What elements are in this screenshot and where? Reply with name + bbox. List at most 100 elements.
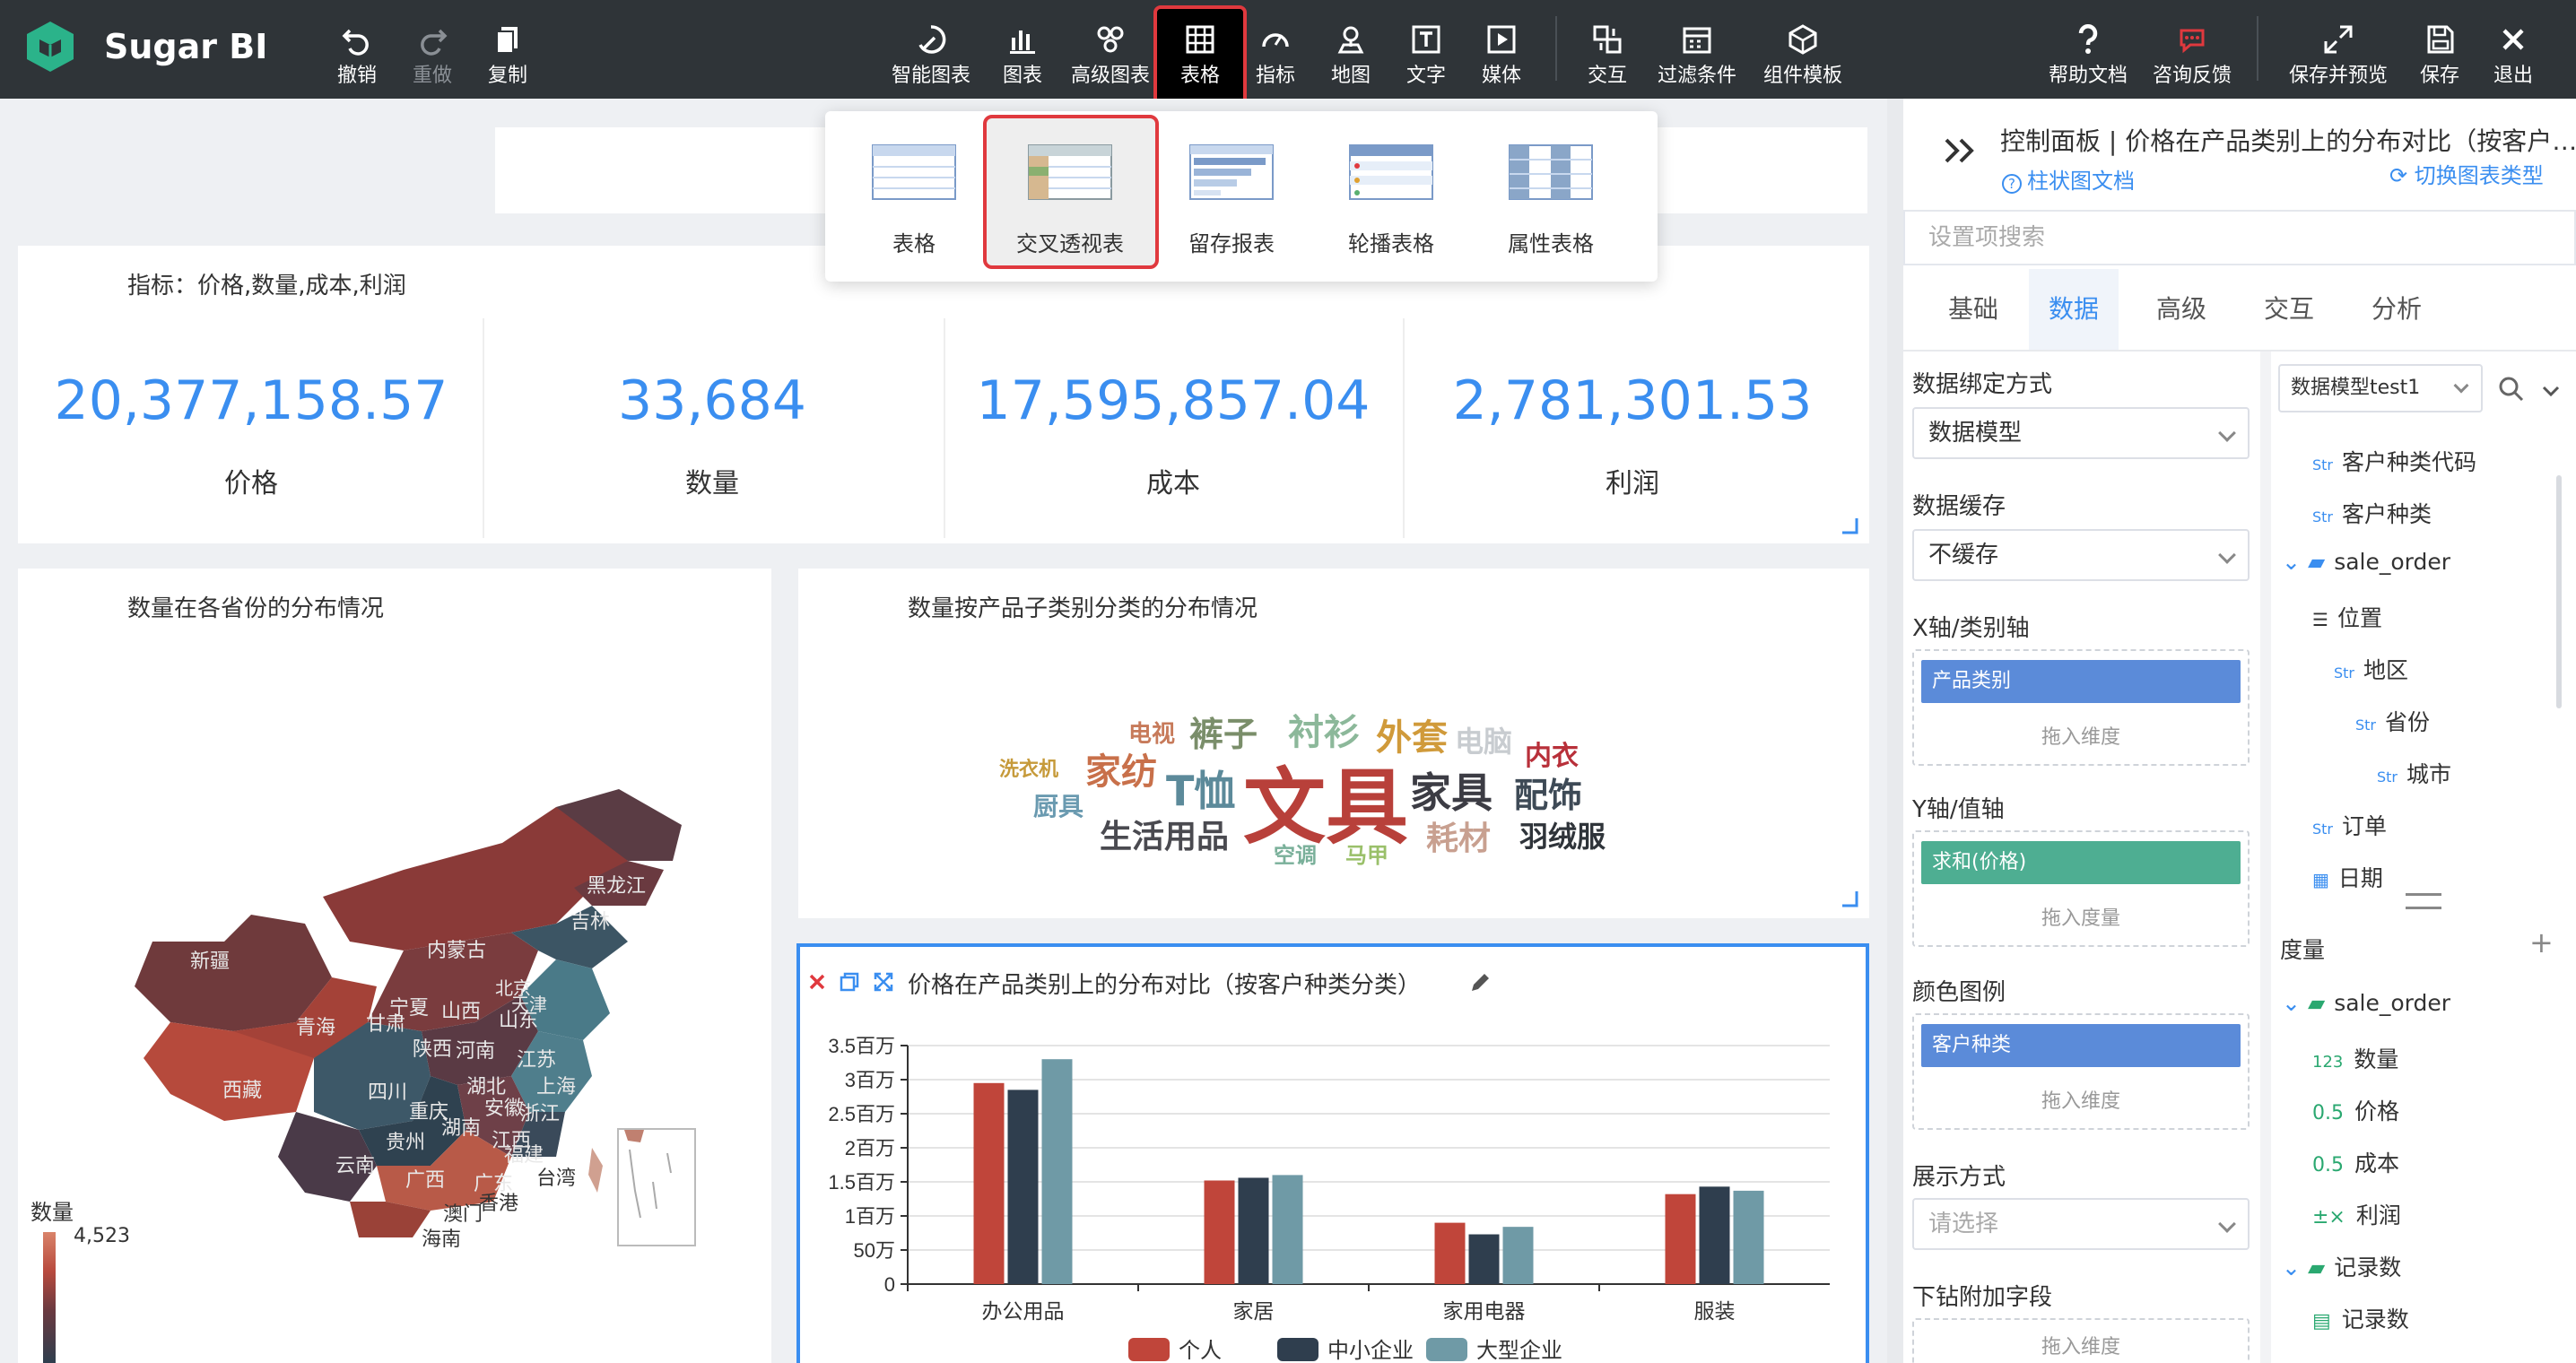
component-template-button[interactable]: 组件模板 bbox=[1758, 9, 1848, 90]
menu-item-table[interactable]: 表格 bbox=[834, 111, 994, 282]
save-button[interactable]: 保存 bbox=[2416, 9, 2463, 90]
color-field-pill[interactable]: 客户种类 bbox=[1921, 1024, 2241, 1067]
tab-data[interactable]: 数据 bbox=[2029, 269, 2119, 350]
color-legend-dropzone[interactable]: 客户种类 拖入维度 bbox=[1912, 1013, 2250, 1130]
dimension-scrollbar[interactable] bbox=[2556, 475, 2562, 708]
save-and-preview-button[interactable]: 保存并预览 bbox=[2284, 9, 2393, 90]
table-thumbnail-icon bbox=[872, 144, 956, 200]
map-button[interactable]: 地图 bbox=[1327, 9, 1374, 90]
app-name: Sugar BI bbox=[104, 27, 268, 66]
bar-doc-link[interactable]: ? 柱状图文档 bbox=[2002, 163, 2135, 195]
delete-icon[interactable] bbox=[805, 970, 829, 994]
decimal-type-icon: 0.5 bbox=[2312, 1102, 2344, 1124]
map-label: 湖南 bbox=[441, 1117, 482, 1140]
redo-button[interactable]: 重做 bbox=[407, 9, 457, 90]
string-type-icon: Str bbox=[2312, 456, 2334, 473]
metric-button[interactable]: 指标 bbox=[1252, 9, 1299, 90]
bar bbox=[1041, 1059, 1073, 1284]
measure-folder[interactable]: ⌄ ▰ sale_order bbox=[2282, 990, 2450, 1016]
bar bbox=[1733, 1190, 1764, 1284]
bar bbox=[1502, 1227, 1534, 1284]
dimension-item[interactable]: Str 城市 bbox=[2377, 757, 2451, 789]
data-model-select[interactable]: 数据模型test1 bbox=[2278, 364, 2483, 412]
folder-name: 记录数 bbox=[2334, 1254, 2402, 1281]
menu-item-carousel-table[interactable]: 轮播表格 bbox=[1311, 111, 1471, 282]
data-model-value: 数据模型test1 bbox=[2291, 377, 2421, 399]
menu-item-retention-report[interactable]: 留存报表 bbox=[1152, 111, 1311, 282]
dimension-item[interactable]: Str 地区 bbox=[2334, 653, 2408, 685]
search-icon[interactable] bbox=[2497, 375, 2526, 404]
tab-interaction[interactable]: 交互 bbox=[2244, 269, 2334, 350]
data-cache-select[interactable]: 不缓存 bbox=[1912, 529, 2250, 581]
tab-analysis[interactable]: 分析 bbox=[2352, 269, 2441, 350]
measure-folder[interactable]: ⌄ ▰ 记录数 bbox=[2282, 1250, 2401, 1282]
panel-column-divider[interactable] bbox=[2260, 352, 2271, 1363]
feedback-button[interactable]: 咨询反馈 bbox=[2147, 9, 2237, 90]
dimension-folder[interactable]: ⌄ ▰ sale_order bbox=[2282, 549, 2450, 575]
tab-basic[interactable]: 基础 bbox=[1928, 269, 2018, 350]
wordcloud-word: 羽绒服 bbox=[1519, 820, 1606, 854]
hierarchy-icon: ☰ bbox=[2312, 609, 2328, 630]
y-field-pill[interactable]: 求和(价格) bbox=[1921, 841, 2241, 884]
measure-item[interactable]: ±× 利润 bbox=[2312, 1198, 2401, 1230]
media-button[interactable]: 媒体 bbox=[1478, 9, 1525, 90]
measure-item[interactable]: 0.5 价格 bbox=[2312, 1094, 2399, 1126]
dimension-item[interactable]: Str 订单 bbox=[2312, 809, 2387, 841]
attribute-table-thumbnail-icon bbox=[1509, 144, 1593, 200]
drag-handle-icon[interactable] bbox=[2406, 893, 2441, 909]
display-mode-select[interactable]: 请选择 bbox=[1912, 1198, 2250, 1250]
x-axis-dropzone[interactable]: 产品类别 拖入维度 bbox=[1912, 649, 2250, 766]
map-legend-gradient[interactable] bbox=[43, 1232, 56, 1363]
measure-item[interactable]: 123 数量 bbox=[2312, 1042, 2398, 1074]
resize-handle-icon[interactable] bbox=[1839, 515, 1860, 536]
chevron-down-icon[interactable] bbox=[2540, 380, 2562, 402]
y-axis-dropzone[interactable]: 求和(价格) 拖入度量 bbox=[1912, 830, 2250, 947]
dimension-name: 省份 bbox=[2385, 709, 2431, 735]
smart-chart-button[interactable]: 智能图表 bbox=[888, 9, 974, 90]
binding-mode-select[interactable]: 数据模型 bbox=[1912, 407, 2250, 459]
menu-item-pivot-table[interactable]: 交叉透视表 bbox=[990, 111, 1150, 282]
exit-button[interactable]: 退出 bbox=[2490, 9, 2537, 90]
advanced-chart-icon bbox=[1097, 26, 1124, 53]
bar-chart-title: 价格在产品类别上的分布对比（按客户种类分类） bbox=[908, 972, 1422, 999]
wordcloud-word: 配饰 bbox=[1514, 776, 1583, 815]
table-button[interactable]: 表格 bbox=[1177, 9, 1223, 90]
x-tick-label: 服装 bbox=[1694, 1299, 1736, 1323]
settings-search-input[interactable]: 设置项搜索 bbox=[1903, 210, 2576, 265]
copy-button[interactable]: 复制 bbox=[483, 9, 533, 90]
resize-handle-icon[interactable] bbox=[1839, 888, 1860, 909]
bar-chart-svg[interactable]: 3.5百万 3百万 2.5百万 2百万 1.5百万 1百万 50万 0 办公用品 家居 家用电器 服装… bbox=[807, 1031, 1839, 1363]
help-docs-button[interactable]: 帮助文档 bbox=[2043, 9, 2133, 90]
interaction-button[interactable]: 交互 bbox=[1584, 9, 1631, 90]
filter-button[interactable]: 过滤条件 bbox=[1652, 9, 1742, 90]
record-count-icon: ▤ bbox=[2312, 1310, 2331, 1333]
chevron-down-icon bbox=[2218, 424, 2236, 442]
dimension-item[interactable]: ☰ 位置 bbox=[2312, 601, 2382, 633]
collapse-panel-icon[interactable] bbox=[1943, 135, 1979, 167]
duplicate-icon[interactable] bbox=[838, 970, 861, 994]
drill-drop-hint: 拖入维度 bbox=[2041, 1336, 2120, 1359]
undo-button[interactable]: 撤销 bbox=[332, 9, 382, 90]
drill-field-dropzone[interactable]: 拖入维度 bbox=[1912, 1318, 2250, 1363]
kpi-value-quantity: 33,684 bbox=[618, 369, 806, 432]
measure-item[interactable]: 0.5 成本 bbox=[2312, 1146, 2399, 1178]
dimension-item[interactable]: Str 客户种类代码 bbox=[2312, 445, 2476, 477]
switch-chart-type-link[interactable]: ⟳ 切换图表类型 bbox=[2389, 158, 2544, 189]
carousel-table-thumbnail-icon bbox=[1349, 144, 1433, 200]
bar bbox=[1238, 1177, 1269, 1284]
advanced-chart-button[interactable]: 高级图表 bbox=[1067, 9, 1153, 90]
tab-advanced[interactable]: 高级 bbox=[2137, 269, 2226, 350]
measure-item[interactable]: ▤ 记录数 bbox=[2312, 1302, 2409, 1334]
add-measure-icon[interactable]: + bbox=[2529, 925, 2554, 959]
menu-item-attribute-table[interactable]: 属性表格 bbox=[1471, 111, 1631, 282]
chart-button[interactable]: 图表 bbox=[999, 9, 1046, 90]
text-button[interactable]: 文字 bbox=[1403, 9, 1449, 90]
undo-icon bbox=[342, 29, 369, 56]
edit-pencil-icon[interactable] bbox=[1467, 970, 1493, 995]
dimension-item[interactable]: Str 省份 bbox=[2355, 705, 2430, 737]
dimension-item[interactable]: Str 客户种类 bbox=[2312, 497, 2432, 529]
dimension-item[interactable]: ▦ 日期 bbox=[2312, 861, 2383, 893]
cube-icon bbox=[1788, 24, 1817, 55]
fullscreen-icon[interactable] bbox=[872, 970, 895, 994]
x-field-pill[interactable]: 产品类别 bbox=[1921, 660, 2241, 703]
